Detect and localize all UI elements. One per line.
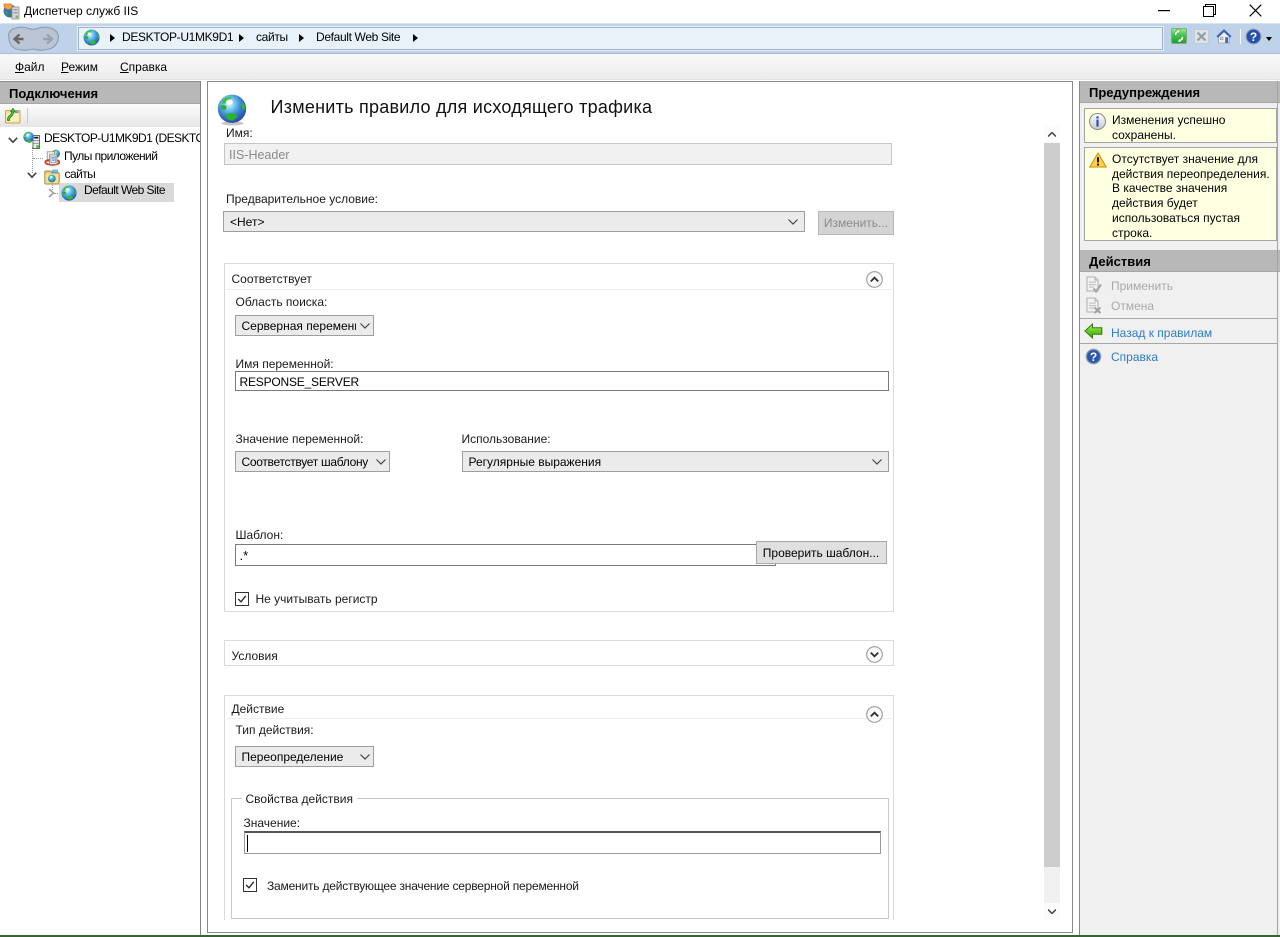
- svg-text:?: ?: [1250, 30, 1257, 44]
- svg-text:?: ?: [1090, 350, 1097, 364]
